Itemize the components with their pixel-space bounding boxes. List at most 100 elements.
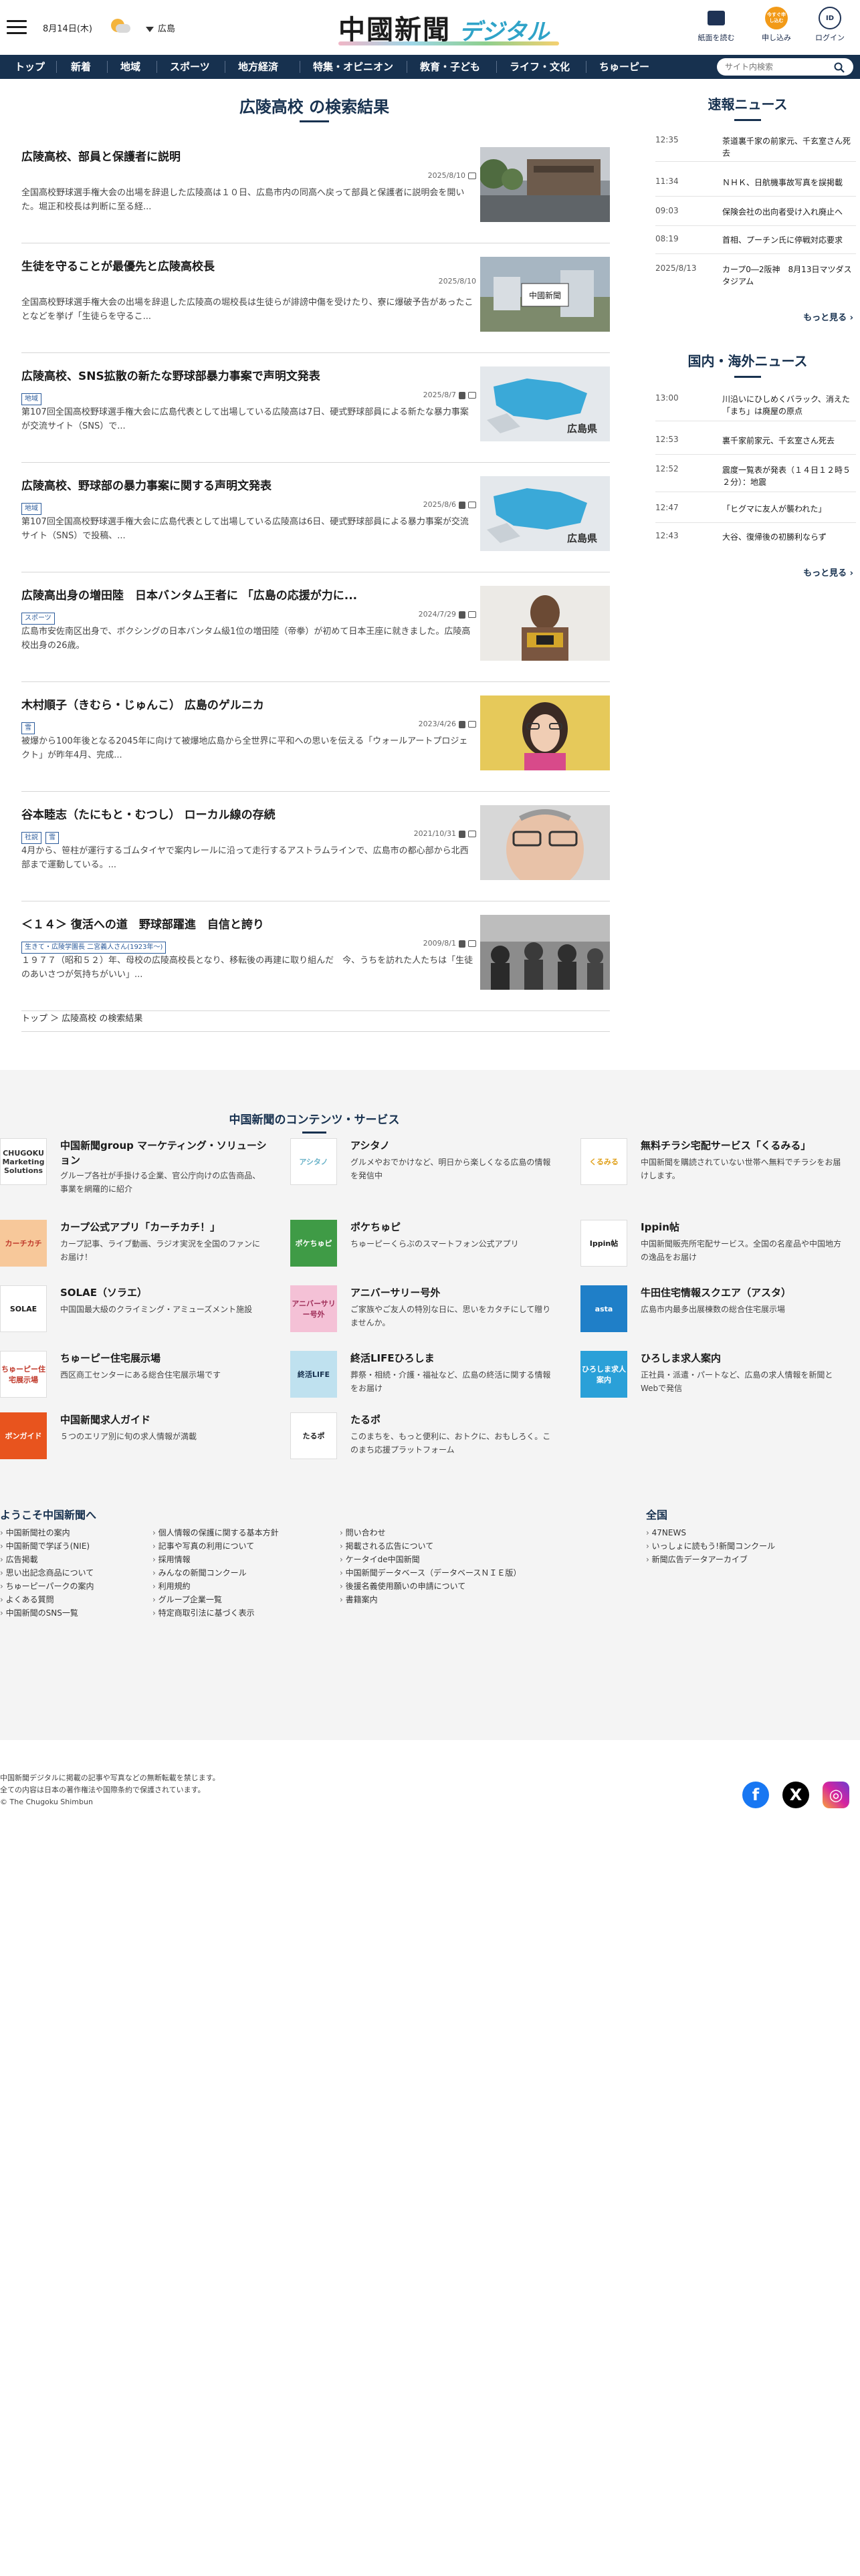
facebook-icon[interactable]: f [742, 1782, 769, 1808]
national-news-item[interactable]: 12:52 震度一覧表が発表（１４日１２時５２分）：地震 [655, 459, 856, 492]
breaking-news-item[interactable]: 11:34 ＮＨＫ、日航機事故写真を誤掲載 [655, 171, 856, 197]
breaking-news-item[interactable]: 2025/8/13 カープ0―2阪神 8月13日マツダスタジアム [655, 258, 856, 292]
breaking-news-item[interactable]: 09:03 保険会社の出向者受け入れ廃止へ [655, 201, 856, 226]
region-selector[interactable]: 広島 [146, 21, 175, 34]
national-news-item[interactable]: 13:00 川沿いにひしめくバラック、消えた「まち」は廃屋の原点 [655, 388, 856, 421]
service-name[interactable]: たるポ [350, 1412, 558, 1427]
tag-region[interactable]: 地域 [21, 503, 41, 515]
service-name[interactable]: アシタノ [350, 1138, 558, 1153]
service-item[interactable]: SOLAE SOLAE（ソラエ） 中国国最大級のクライミング・アミューズメント施設 [0, 1284, 274, 1340]
menu-icon[interactable] [7, 20, 27, 36]
weather-icon[interactable] [108, 17, 131, 35]
footer-link[interactable]: 問い合わせ [340, 1526, 527, 1539]
tag-snow[interactable]: 雪 [21, 722, 35, 734]
breadcrumb[interactable]: トップ ＞ 広陵高校 の検索結果 [21, 1011, 142, 1024]
footer-link[interactable]: グループ企業一覧 [152, 1593, 340, 1606]
nav-item-economy[interactable]: 地方経済 [229, 55, 288, 79]
global-link[interactable]: 新聞広告データアーカイブ [646, 1553, 833, 1566]
tag-editorial[interactable]: 社説 [21, 832, 41, 844]
article-title[interactable]: ＜１４＞ 復活への道 野球部躍進 自信と誇り [21, 915, 476, 932]
nav-item-region[interactable]: 地域 [111, 55, 150, 79]
article-title[interactable]: 谷本睦志（たにもと・むつし） ローカル線の存続 [21, 805, 476, 822]
service-item[interactable]: ボンガイド 中国新聞求人ガイド ５つのエリア別に旬の求人情報が満載 [0, 1411, 274, 1467]
service-item[interactable]: ひろしま求人案内 ひろしま求人案内 正社員・派遣・パートなど、広島の求人情報を新聞と… [580, 1350, 855, 1406]
service-name[interactable]: ポケちゅピ [350, 1220, 558, 1235]
article-title[interactable]: 広陵高出身の増田陸 日本バンタム王者に 「広島の応援が力に... [21, 586, 476, 603]
footer-link[interactable]: ケータイde中国新聞 [340, 1553, 527, 1566]
article-thumbnail[interactable] [480, 695, 610, 770]
tag-series[interactable]: 生きて・広陵学園長 二宮義人さん(1923年〜) [21, 942, 167, 954]
article-item[interactable]: 広陵高校、野球部の暴力事案に関する声明文発表 地域 2025/8/6 第107回… [21, 463, 610, 572]
nav-item-education[interactable]: 教育・子ども [411, 55, 490, 79]
footer-link[interactable]: 採用情報 [152, 1553, 340, 1566]
article-thumbnail[interactable] [480, 586, 610, 661]
footer-link[interactable]: 個人情報の保護に関する基本方針 [152, 1526, 340, 1539]
tag-sports[interactable]: スポーツ [21, 613, 55, 625]
service-item[interactable]: CHUGOKU Marketing Solutions 中国新聞group マーケ… [0, 1137, 274, 1194]
article-item[interactable]: 谷本睦志（たにもと・むつし） ローカル線の存続 社説雪 2021/10/31 4… [21, 792, 610, 901]
service-item[interactable]: ポケちゅピ ポケちゅピ ちゅーピーくらぶのスマートフォン公式アプリ [290, 1218, 564, 1275]
service-name[interactable]: 中国新聞group マーケティング・ソリューション [60, 1138, 267, 1168]
service-item[interactable]: アニバーサリー号外 アニバーサリー号外 ご家族やご友人の特別な日に、思いをカタチにし… [290, 1284, 564, 1340]
read-paper-button[interactable]: 紙面を読む [693, 7, 740, 49]
article-thumbnail[interactable] [480, 805, 610, 880]
article-thumbnail[interactable] [480, 147, 610, 222]
footer-link[interactable]: みんなの新聞コンクール [152, 1566, 340, 1580]
article-item[interactable]: 広陵高出身の増田陸 日本バンタム王者に 「広島の応援が力に... スポーツ 20… [21, 572, 610, 682]
footer-link[interactable]: 書籍案内 [340, 1593, 527, 1606]
nav-item-new[interactable]: 新着 [62, 55, 100, 79]
service-item[interactable]: たるポ たるポ このまちを、もっと便利に、おトクに、おもしろく。このまち応援プラット… [290, 1411, 564, 1467]
article-title[interactable]: 生徒を守ることが最優先と広陵高校長 [21, 257, 476, 274]
nav-item-opinion[interactable]: 特集・オピニオン [304, 55, 403, 79]
service-name[interactable]: アニバーサリー号外 [350, 1285, 558, 1300]
service-item[interactable]: アシタノ アシタノ グルメやおでかけなど、明日から楽しくなる広島の情報を発信中 [290, 1137, 564, 1193]
article-thumbnail[interactable]: 広島県 [480, 366, 610, 441]
service-item[interactable]: カーチカチ カープ公式アプリ「カーチカチ！」 カープ記事、ライブ動画、ラジオ実況を全… [0, 1218, 274, 1275]
national-more-link[interactable]: もっと見る › [749, 566, 853, 578]
tag-snow[interactable]: 雪 [45, 832, 59, 844]
national-news-item[interactable]: 12:47 「ヒグマに友人が襲われた」 [655, 498, 856, 523]
service-name[interactable]: 終活LIFEひろしま [350, 1351, 558, 1366]
global-link[interactable]: 47NEWS [646, 1526, 833, 1539]
service-name[interactable]: 牛田住宅情報スクエア（アスタ） [641, 1285, 848, 1300]
national-news-item[interactable]: 12:53 裏千家前家元、千玄室さん死去 [655, 429, 856, 455]
tag-region[interactable]: 地域 [21, 393, 41, 405]
service-name[interactable]: ちゅーピー住宅展示場 [60, 1351, 267, 1366]
service-name[interactable]: 無料チラシ宅配サービス「くるみる」 [641, 1138, 848, 1153]
breaking-more-link[interactable]: もっと見る › [749, 310, 853, 323]
nav-item-sports[interactable]: スポーツ [160, 55, 219, 79]
service-name[interactable]: 中国新聞求人ガイド [60, 1412, 267, 1427]
article-thumbnail[interactable]: 中國新聞 [480, 257, 610, 332]
article-item[interactable]: 広陵高校、SNS拡散の新たな野球部暴力事案で声明文発表 地域 2025/8/7 … [21, 353, 610, 463]
article-thumbnail[interactable]: 広島県 [480, 476, 610, 551]
nav-item-top[interactable]: トップ [5, 55, 54, 79]
article-thumbnail[interactable] [480, 915, 610, 990]
service-item[interactable]: asta 牛田住宅情報スクエア（アスタ） 広島市内最多出展棟数の総合住宅展示場 [580, 1284, 855, 1340]
login-button[interactable]: ID ログイン [807, 7, 853, 49]
service-item[interactable]: Ippin帖 Ippin帖 中国新聞販売所宅配サービス。全国の名産品や中国地方の逸品… [580, 1218, 855, 1275]
service-name[interactable]: SOLAE（ソラエ） [60, 1285, 267, 1300]
nav-item-chupy[interactable]: ちゅーピー [590, 55, 659, 79]
search-icon[interactable] [833, 62, 845, 74]
national-news-item[interactable]: 12:43 大谷、復帰後の初勝利ならず [655, 526, 856, 551]
x-icon[interactable]: X [782, 1782, 809, 1808]
apply-button[interactable]: 今すぐ申し込む 申し込み [753, 7, 800, 49]
article-item[interactable]: 生徒を守ることが最優先と広陵高校長 2025/8/10 全国高校野球選手権大会の… [21, 243, 610, 353]
footer-link[interactable]: 特定商取引法に基づく表示 [152, 1606, 340, 1620]
service-item[interactable]: 終活LIFE 終活LIFEひろしま 葬祭・相続・介護・福祉など、広島の終活に関する情… [290, 1350, 564, 1406]
instagram-icon[interactable]: ◎ [823, 1782, 849, 1808]
article-title[interactable]: 木村順子（きむら・じゅんこ） 広島のゲルニカ [21, 695, 476, 712]
breaking-news-item[interactable]: 12:35 茶道裏千家の前家元、千玄室さん死去 [655, 130, 856, 162]
footer-link[interactable]: 記事や写真の利用について [152, 1539, 340, 1553]
footer-link[interactable]: 利用規約 [152, 1580, 340, 1593]
service-name[interactable]: カープ公式アプリ「カーチカチ！」 [60, 1220, 267, 1235]
site-logo[interactable]: 中國新聞 デジタル [338, 8, 559, 45]
nav-item-life[interactable]: ライフ・文化 [500, 55, 579, 79]
article-item[interactable]: 木村順子（きむら・じゅんこ） 広島のゲルニカ 雪 2023/4/26 被爆から1… [21, 682, 610, 792]
service-name[interactable]: ひろしま求人案内 [641, 1351, 848, 1366]
article-title[interactable]: 広陵高校、野球部の暴力事案に関する声明文発表 [21, 476, 476, 493]
breaking-news-item[interactable]: 08:19 首相、プーチン氏に停戦対応要求 [655, 229, 856, 254]
article-item[interactable]: 広陵高校、部員と保護者に説明 2025/8/10 全国高校野球選手権大会の出場を… [21, 134, 610, 243]
footer-link[interactable]: 中国新聞データベース（データベースＮＩＥ版） [340, 1566, 527, 1580]
global-link[interactable]: いっしょに読もう!新聞コンクール [646, 1539, 833, 1553]
